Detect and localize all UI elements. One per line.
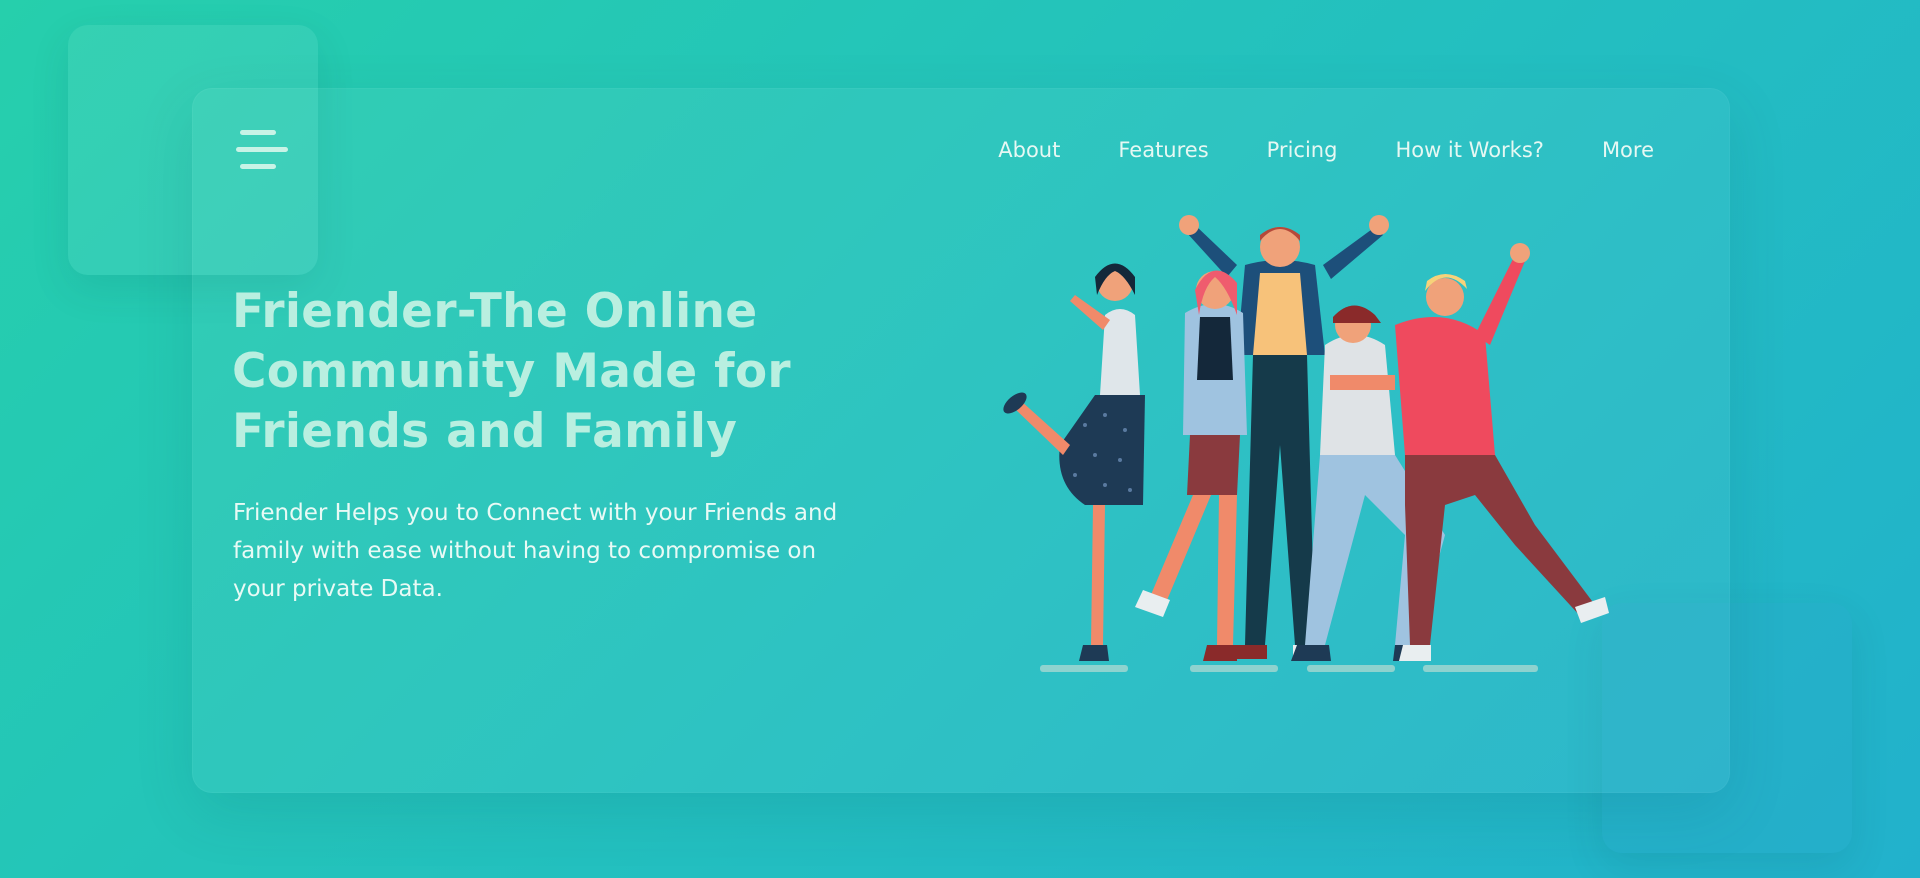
- hero-subtitle: Friender Helps you to Connect with your …: [233, 500, 838, 602]
- nav-link-how-it-works[interactable]: How it Works?: [1395, 138, 1544, 162]
- nav-link-more[interactable]: More: [1602, 138, 1654, 162]
- hero-title: Friender-The Online Community Made for F…: [232, 284, 791, 459]
- nav-link-about[interactable]: About: [998, 138, 1060, 162]
- hamburger-icon-line: [240, 164, 276, 169]
- nav-link-pricing[interactable]: Pricing: [1267, 138, 1338, 162]
- person-left-woman-icon: [1003, 263, 1145, 661]
- person-pink-hair-woman-icon: [1135, 270, 1247, 661]
- person-red-hoodie-man-icon: [1395, 243, 1609, 661]
- nav-link-features[interactable]: Features: [1118, 138, 1208, 162]
- top-navigation: About Features Pricing How it Works? Mor…: [998, 138, 1654, 162]
- group-of-friends-illustration: [1003, 215, 1609, 672]
- floor-shadows-icon: [1040, 665, 1538, 672]
- hamburger-icon-line: [236, 147, 288, 152]
- hamburger-icon-line: [240, 130, 276, 135]
- hamburger-menu-button[interactable]: [236, 128, 290, 172]
